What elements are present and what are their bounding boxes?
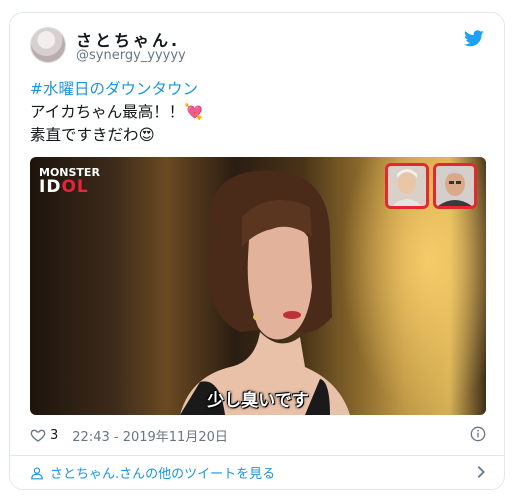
more-tweets-link[interactable]: さとちゃん.さんの他のツイートを見る bbox=[30, 463, 275, 482]
info-icon[interactable] bbox=[470, 426, 486, 442]
user-handle[interactable]: @synergy_yyyyy bbox=[76, 48, 186, 63]
tweet-timestamp[interactable]: 22:43 - 2019年11月20日 bbox=[72, 426, 228, 445]
reaction-insets bbox=[385, 163, 479, 211]
reaction-face-right bbox=[433, 163, 477, 209]
tweet-line: アイカちゃん最高！！💘 bbox=[30, 103, 204, 121]
tweet-card: さとちゃん. @synergy_yyyyy #水曜日のダウンタウン アイカちゃん… bbox=[9, 12, 505, 490]
like-count[interactable]: 3 bbox=[50, 428, 58, 443]
twitter-bird-icon[interactable] bbox=[464, 30, 484, 47]
tweet-line: 素直ですきだわ😍 bbox=[30, 126, 155, 144]
divider bbox=[10, 455, 504, 456]
user-icon bbox=[31, 466, 43, 479]
avatar[interactable] bbox=[30, 27, 66, 63]
heart-icon[interactable] bbox=[30, 427, 46, 443]
logo-line-2: IDOL bbox=[39, 177, 89, 197]
video-subtitle: 少し臭いです bbox=[207, 391, 309, 411]
reaction-face-left bbox=[385, 163, 429, 209]
tweet-actions: 3 22:43 - 2019年11月20日 bbox=[30, 425, 228, 445]
woman-figure bbox=[180, 170, 350, 415]
show-logo: MONSTER IDOL bbox=[39, 165, 105, 201]
more-tweets-label: さとちゃん.さんの他のツイートを見る bbox=[50, 467, 276, 482]
tweet-text: #水曜日のダウンタウン アイカちゃん最高！！💘 素直ですきだわ😍 bbox=[30, 78, 204, 147]
chevron-right-icon[interactable] bbox=[476, 465, 486, 479]
hashtag-link[interactable]: #水曜日のダウンタウン bbox=[30, 78, 204, 101]
tweet-media-image[interactable]: MONSTER IDOL 少し臭いです bbox=[30, 157, 486, 415]
